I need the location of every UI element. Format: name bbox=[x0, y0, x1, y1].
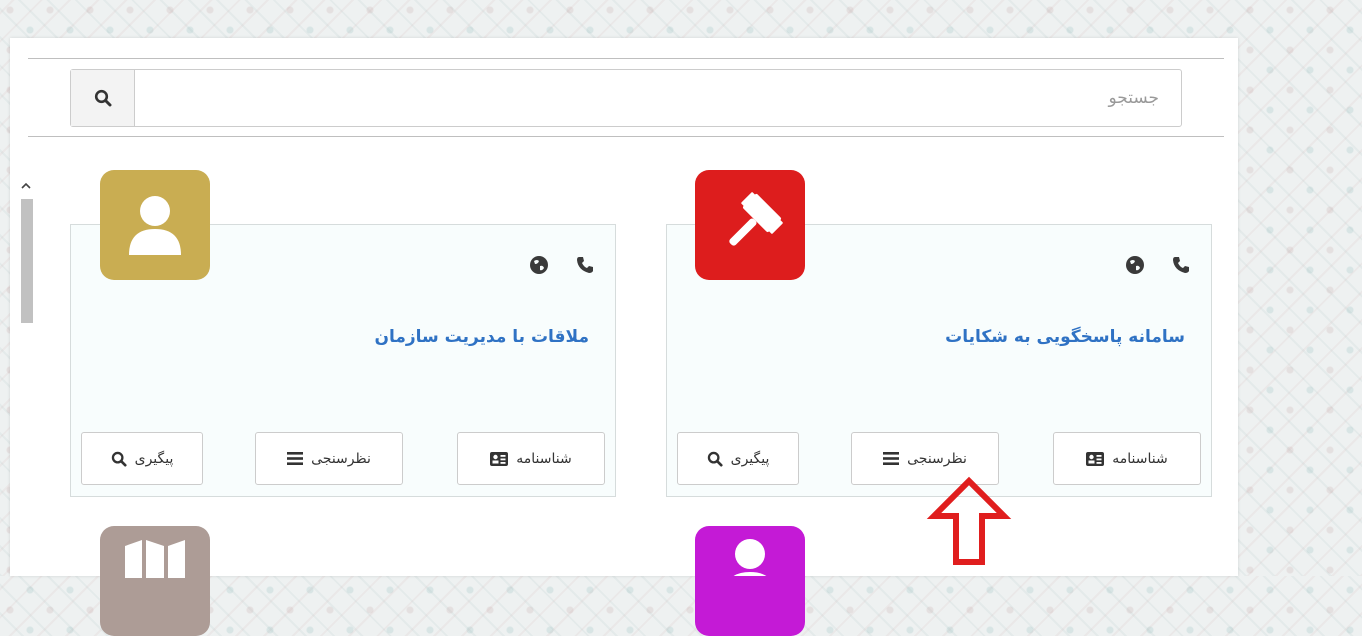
search-icon bbox=[94, 89, 111, 107]
arrow-up-icon bbox=[926, 476, 1012, 565]
search-icon bbox=[111, 451, 127, 467]
list-icon bbox=[287, 452, 304, 465]
map-icon bbox=[125, 540, 185, 578]
id-card-icon bbox=[490, 451, 509, 466]
globe-icon[interactable] bbox=[529, 255, 549, 275]
service-title-link[interactable]: سامانه پاسخگویی به شکایات bbox=[945, 327, 1185, 347]
globe-icon[interactable] bbox=[1125, 255, 1145, 275]
user-icon bbox=[129, 196, 181, 255]
profile-button-label: شناسنامه bbox=[1112, 450, 1168, 467]
track-button[interactable]: پیگیری bbox=[81, 432, 203, 485]
scroll-up-button[interactable] bbox=[18, 172, 34, 198]
profile-button[interactable]: شناسنامه bbox=[1053, 432, 1201, 485]
track-button[interactable]: پیگیری bbox=[677, 432, 799, 485]
search-divider bbox=[28, 136, 1224, 137]
survey-button[interactable]: نظرسنجی bbox=[255, 432, 403, 485]
annotation-arrow bbox=[924, 476, 1014, 570]
contact-icons bbox=[529, 255, 595, 275]
profile-button[interactable]: شناسنامه bbox=[457, 432, 605, 485]
service-title-link[interactable]: ملاقات با مدیریت سازمان bbox=[374, 327, 589, 347]
map-service-icon bbox=[100, 526, 210, 636]
top-divider bbox=[28, 58, 1224, 59]
user-icon bbox=[733, 539, 767, 576]
survey-button-label: نظرسنجی bbox=[311, 450, 371, 467]
id-card-icon bbox=[1086, 451, 1105, 466]
search-icon bbox=[707, 451, 723, 467]
phone-icon[interactable] bbox=[575, 255, 595, 275]
search-bar bbox=[70, 69, 1182, 127]
services-panel: سامانه پاسخگویی به شکایات شناسنامه نظرسن… bbox=[10, 38, 1238, 636]
contact-icons bbox=[1125, 255, 1191, 275]
track-button-label: پیگیری bbox=[134, 450, 174, 467]
profile-button-label: شناسنامه bbox=[516, 450, 572, 467]
search-button[interactable] bbox=[71, 70, 135, 126]
gavel-icon bbox=[729, 192, 783, 246]
user-service-icon bbox=[695, 526, 805, 636]
scroll-thumb[interactable] bbox=[21, 199, 33, 323]
complaints-service-icon bbox=[695, 170, 805, 280]
phone-icon[interactable] bbox=[1171, 255, 1191, 275]
track-button-label: پیگیری bbox=[730, 450, 770, 467]
list-icon bbox=[883, 452, 900, 465]
meeting-service-icon bbox=[100, 170, 210, 280]
search-input[interactable] bbox=[135, 70, 1181, 126]
survey-button-label: نظرسنجی bbox=[907, 450, 967, 467]
chevron-up-icon bbox=[21, 182, 31, 189]
scrollbar[interactable] bbox=[18, 172, 34, 576]
